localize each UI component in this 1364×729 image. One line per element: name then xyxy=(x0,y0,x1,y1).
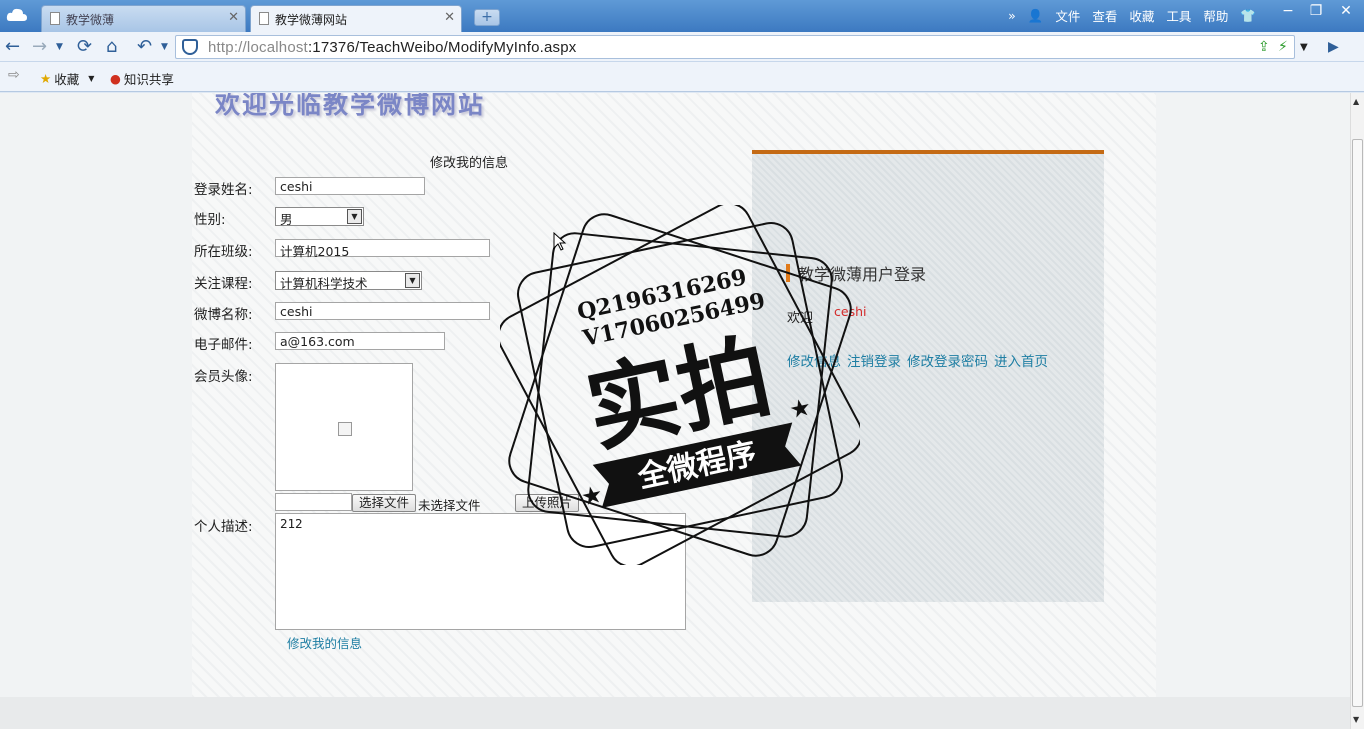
class-input[interactable]: 计算机2015 xyxy=(275,239,490,259)
skin-shirt-icon[interactable]: 👕 xyxy=(1240,8,1256,24)
favorites-button[interactable]: ★ 收藏 ▼ xyxy=(40,69,94,88)
site-title: 欢迎光临教学微博网站 xyxy=(215,93,486,119)
chevron-down-icon[interactable]: ▼ xyxy=(56,42,63,52)
forward-icon[interactable]: → xyxy=(32,36,47,57)
login-name-label: 登录姓名: xyxy=(194,182,253,198)
home-icon[interactable]: ⌂ xyxy=(106,36,117,57)
tab-teach-weibo[interactable]: 教学微薄 ✕ xyxy=(41,5,246,32)
favorites-toggle-icon[interactable]: ⇨ xyxy=(8,67,20,83)
chevron-double-right-icon[interactable]: » xyxy=(1008,8,1016,23)
close-window-icon[interactable]: ✕ xyxy=(1334,3,1358,19)
star-icon: ★ xyxy=(40,71,52,86)
choose-file-button[interactable]: 选择文件 xyxy=(352,494,417,512)
menu-favorites[interactable]: 收藏 xyxy=(1129,6,1154,25)
no-file-text: 未选择文件 xyxy=(418,498,481,513)
broken-image-icon xyxy=(338,422,352,436)
scrollbar-thumb[interactable] xyxy=(1352,139,1363,707)
gender-select[interactable]: 男 ▼ xyxy=(275,207,364,227)
close-tab-icon[interactable]: ✕ xyxy=(228,10,239,25)
weibo-name-input[interactable]: ceshi xyxy=(275,302,490,320)
menu-view[interactable]: 查看 xyxy=(1092,6,1117,25)
menu-help[interactable]: 帮助 xyxy=(1203,6,1228,25)
chevron-down-icon: ▼ xyxy=(347,209,362,224)
avatar-image xyxy=(275,363,413,491)
modify-info-link[interactable]: 修改我的信息 xyxy=(287,633,362,652)
close-tab-icon[interactable]: ✕ xyxy=(444,10,455,25)
page-icon xyxy=(50,12,60,25)
favorites-bar: ⇨ ★ 收藏 ▼ ● 知识共享 xyxy=(0,62,1364,92)
user-icon[interactable]: 👤 xyxy=(1028,8,1044,24)
navigation-bar: ← → ▼ ⟳ ⌂ ↶ ▼ http://localhost:17376/Tea… xyxy=(0,32,1364,62)
lightning-icon[interactable]: ⚡ xyxy=(1278,39,1288,55)
tab-label: 教学微薄网站 xyxy=(275,13,348,27)
back-icon[interactable]: ← xyxy=(5,36,20,57)
file-path-input[interactable] xyxy=(275,493,352,511)
restore-icon[interactable]: ❐ xyxy=(1304,3,1328,19)
email-input[interactable]: a@163.com xyxy=(275,332,445,350)
go-icon[interactable]: ▶ xyxy=(1328,39,1339,55)
chevron-down-icon: ▼ xyxy=(405,273,420,288)
weibo-name-label: 微博名称: xyxy=(194,307,253,323)
browser-tab-bar: 教学微薄 ✕ 教学微薄网站 ✕ + » 👤 文件 查看 收藏 工具 帮助 👕 −… xyxy=(0,0,1364,32)
watermark-stamp: Q2196316269 V17060256499 实拍 全微程序 ★ ★ xyxy=(500,205,860,565)
menu-tools[interactable]: 工具 xyxy=(1166,6,1191,25)
chevron-down-icon: ▼ xyxy=(88,74,95,83)
mouse-cursor-icon xyxy=(553,232,567,251)
page-icon xyxy=(259,12,269,25)
menu-file[interactable]: 文件 xyxy=(1055,6,1080,25)
go-home-link[interactable]: 进入首页 xyxy=(994,350,1048,370)
star-icon: ★ xyxy=(578,480,605,512)
email-label: 电子邮件: xyxy=(194,337,253,353)
favorite-link-knowledge[interactable]: ● 知识共享 xyxy=(110,69,174,88)
description-label: 个人描述: xyxy=(194,519,253,535)
chevron-down-icon[interactable]: ▼ xyxy=(161,42,168,52)
url-text[interactable]: http://localhost:17376/TeachWeibo/Modify… xyxy=(208,39,576,56)
course-select[interactable]: 计算机科学技术 ▼ xyxy=(275,271,422,291)
star-icon: ★ xyxy=(787,393,814,425)
undo-icon[interactable]: ↶ xyxy=(137,36,152,57)
login-name-input[interactable]: ceshi xyxy=(275,177,425,195)
menu-bar: » 👤 文件 查看 收藏 工具 帮助 👕 xyxy=(1008,6,1256,25)
scroll-up-icon[interactable]: ▲ xyxy=(1353,97,1359,106)
shield-icon xyxy=(182,39,198,55)
class-label: 所在班级: xyxy=(194,244,253,260)
refresh-icon[interactable]: ⟳ xyxy=(77,36,92,57)
new-tab-button[interactable]: + xyxy=(474,9,500,26)
browser-logo-icon xyxy=(6,8,28,21)
share-icon[interactable]: ⇪ xyxy=(1258,39,1270,55)
minimize-icon[interactable]: − xyxy=(1276,3,1300,19)
tab-teach-weibo-site[interactable]: 教学微薄网站 ✕ xyxy=(250,5,462,32)
vertical-scrollbar[interactable]: ▲ ▼ xyxy=(1350,93,1364,729)
scroll-down-icon[interactable]: ▼ xyxy=(1353,715,1359,724)
change-password-link[interactable]: 修改登录密码 xyxy=(907,350,988,370)
tab-label: 教学微薄 xyxy=(66,13,115,27)
gender-label: 性别: xyxy=(194,212,226,228)
avatar-label: 会员头像: xyxy=(194,369,253,385)
course-label: 关注课程: xyxy=(194,276,253,292)
chevron-down-icon[interactable]: ▼ xyxy=(1300,42,1308,53)
share-icon: ● xyxy=(110,71,121,86)
page-footer-strip xyxy=(0,697,1350,729)
address-bar[interactable]: http://localhost:17376/TeachWeibo/Modify… xyxy=(175,35,1339,59)
form-heading: 修改我的信息 xyxy=(430,156,509,171)
